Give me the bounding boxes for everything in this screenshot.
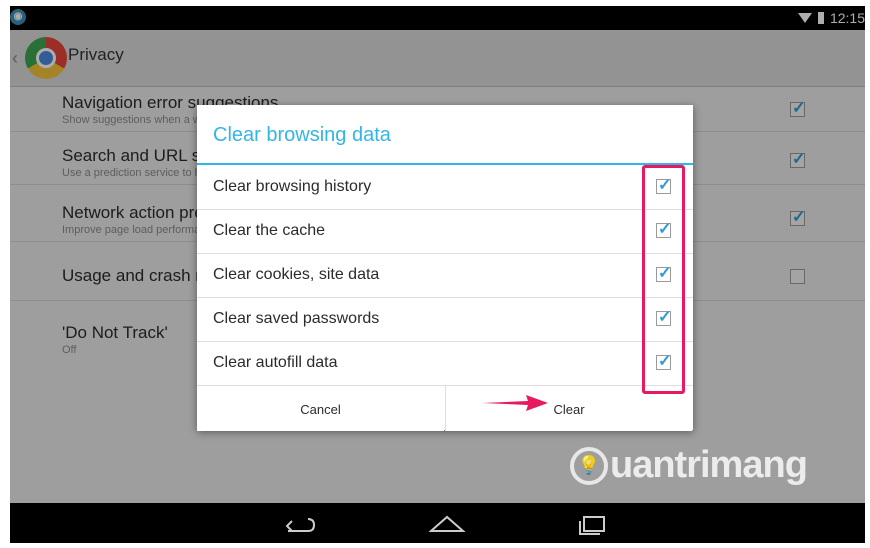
back-icon[interactable] [278,511,318,535]
option-label: Clear autofill data [213,354,338,371]
watermark-text: uantrimang [610,444,808,486]
lightbulb-icon: 💡 [570,446,608,485]
clear-browsing-data-dialog: Clear browsing data Clear browsing histo… [197,105,693,431]
home-icon[interactable] [427,511,467,535]
option-label: Clear browsing history [213,178,372,195]
frame: ◉ 12:15 ‹ Privacy Navigation error sugge… [0,0,870,548]
option-clear-cache[interactable]: Clear the cache [197,209,693,254]
option-clear-history[interactable]: Clear browsing history [197,165,693,210]
dialog-title: Clear browsing data [213,124,391,146]
watermark: 💡 uantrimang [570,444,808,487]
navigation-bar [10,503,865,543]
option-label: Clear cookies, site data [213,266,380,283]
option-label: Clear the cache [213,222,326,239]
tablet-screen: ◉ 12:15 ‹ Privacy Navigation error sugge… [10,6,865,543]
option-clear-cookies[interactable]: Clear cookies, site data [197,253,693,298]
option-clear-passwords[interactable]: Clear saved passwords [197,297,693,342]
checkbox-highlight-annotation [642,165,685,394]
recent-apps-icon[interactable] [572,511,612,535]
dialog-button-bar: Cancel Clear [197,385,693,431]
option-clear-autofill[interactable]: Clear autofill data [197,341,693,385]
option-label: Clear saved passwords [213,310,380,327]
cancel-button[interactable]: Cancel [197,386,444,431]
arrow-annotation-icon [482,395,548,411]
